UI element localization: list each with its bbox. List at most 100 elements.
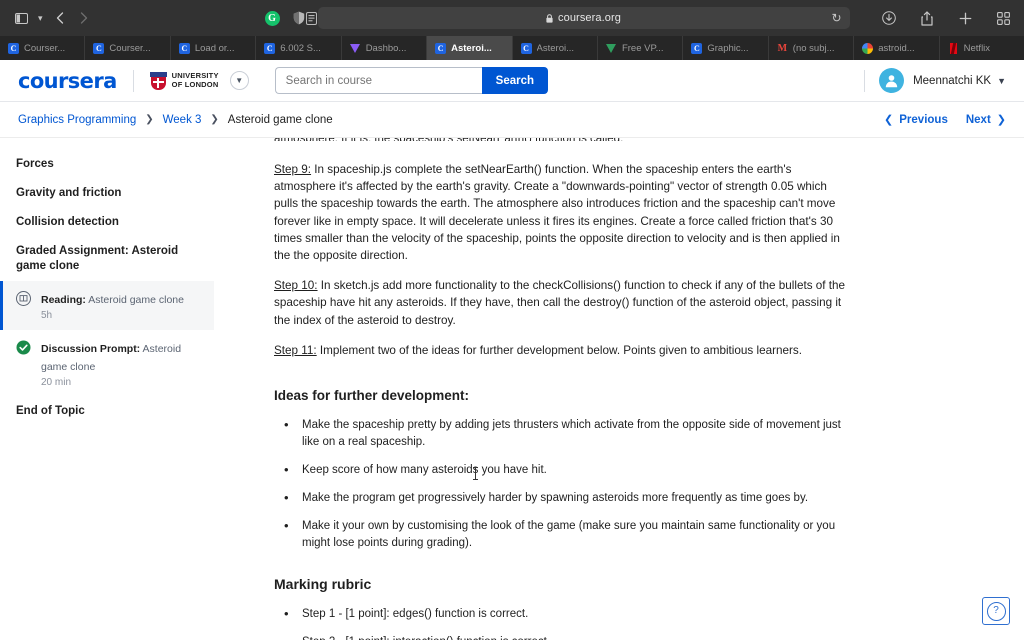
chevron-right-icon: ❯ bbox=[996, 114, 1006, 126]
sidebar-item-reading[interactable]: Reading: Asteroid game clone 5h bbox=[0, 281, 214, 330]
browser-tab[interactable]: M (no subj... bbox=[769, 36, 855, 60]
chevron-right-icon: ❯ bbox=[145, 114, 154, 125]
browser-tab-label: Courser... bbox=[109, 42, 151, 54]
rubric-list: Step 1 - [1 point]: edges() function is … bbox=[274, 605, 854, 640]
sidebar-end-of-topic[interactable]: End of Topic bbox=[0, 397, 214, 426]
next-button[interactable]: Next ❯ bbox=[965, 113, 1006, 127]
chevron-down-icon[interactable]: ▼ bbox=[997, 76, 1006, 86]
sidebar-toggle-chevron-icon[interactable]: ▾ bbox=[34, 13, 47, 23]
next-label: Next bbox=[965, 113, 991, 126]
browser-chrome: ▾ G coursera.org ↻ C Courser... C Course… bbox=[0, 0, 1024, 60]
page-body: Forces Gravity and friction Collision de… bbox=[0, 138, 1024, 640]
browser-tab[interactable]: astroid... bbox=[854, 36, 940, 60]
check-circle-icon bbox=[16, 340, 31, 355]
browser-tab-label: Graphic... bbox=[707, 42, 749, 54]
toolbar-right-group bbox=[874, 7, 1014, 29]
browser-toolbar: ▾ G coursera.org ↻ bbox=[0, 0, 1024, 36]
search-input[interactable] bbox=[274, 67, 482, 94]
url-text-group: coursera.org bbox=[546, 12, 621, 24]
coursera-logo[interactable]: coursera bbox=[18, 69, 117, 93]
reload-icon[interactable]: ↻ bbox=[831, 12, 841, 24]
browser-tab[interactable]: C Load or... bbox=[171, 36, 257, 60]
browser-tab[interactable]: Free VP... bbox=[598, 36, 684, 60]
browser-tab[interactable]: Netflix bbox=[940, 36, 1024, 60]
site-header: coursera UNIVERSITY OF LONDON ▼ Search M… bbox=[0, 60, 1024, 102]
coursera-icon: C bbox=[8, 42, 19, 54]
browser-tab[interactable]: C Asteroi... bbox=[513, 36, 598, 60]
sidebar-heading-collision-detection[interactable]: Collision detection bbox=[0, 208, 214, 237]
ideas-heading: Ideas for further development: bbox=[274, 388, 470, 404]
sidebar-item-reading-title: Asteroid game clone bbox=[88, 294, 184, 306]
browser-tab[interactable]: C Asteroi... bbox=[427, 36, 513, 60]
toolbar-center-group: G coursera.org ↻ bbox=[240, 7, 874, 29]
sidebar-item-discussion-duration: 20 min bbox=[41, 377, 72, 388]
header-user-area: Meennatchi KK ▼ bbox=[864, 68, 1006, 93]
browser-tab[interactable]: Dashbo... bbox=[342, 36, 428, 60]
browser-tab-label: Asteroi... bbox=[536, 42, 575, 54]
browser-tab[interactable]: C 6.002 S... bbox=[256, 36, 342, 60]
address-bar[interactable]: coursera.org ↻ bbox=[317, 7, 850, 29]
sidebar-item-reading-text: Reading: Asteroid game clone bbox=[41, 294, 184, 306]
step-11-paragraph: Step 11: Implement two of the ideas for … bbox=[274, 342, 854, 359]
user-name[interactable]: Meennatchi KK bbox=[913, 75, 991, 87]
header-divider bbox=[132, 69, 134, 92]
vpn-icon bbox=[606, 43, 617, 53]
step-9-text: In spaceship.js complete the setNearEart… bbox=[274, 163, 840, 263]
downloads-icon[interactable] bbox=[878, 7, 900, 29]
partner-logo: UNIVERSITY OF LONDON bbox=[149, 71, 219, 90]
breadcrumb-item-1[interactable]: Week 3 bbox=[163, 114, 202, 126]
tab-strip: C Courser... C Courser... C Load or... C 6.002 … bbox=[0, 36, 1024, 60]
sidebar-heading-graded-assignment[interactable]: Graded Assignment: Asteroid game clone bbox=[0, 237, 214, 281]
browser-tab-label: Dashbo... bbox=[365, 42, 407, 54]
sidebar-item-reading-duration: 5h bbox=[41, 310, 53, 321]
sidebar-toggle-icon[interactable] bbox=[10, 7, 32, 29]
step-10-label: Step 10: bbox=[274, 279, 318, 293]
reader-view-icon[interactable] bbox=[300, 7, 322, 29]
coursera-icon: C bbox=[93, 42, 105, 54]
reading-icon bbox=[16, 291, 31, 306]
chevron-down-icon[interactable]: ▼ bbox=[229, 71, 249, 90]
coursera-icon: C bbox=[264, 42, 276, 54]
sidebar-item-discussion-prompt[interactable]: Discussion Prompt: Asteroid game clone 2… bbox=[0, 330, 214, 397]
step-9-label: Step 9: bbox=[274, 163, 312, 176]
browser-tab[interactable]: C Graphic... bbox=[683, 36, 769, 60]
avatar[interactable] bbox=[879, 68, 905, 93]
toolbar-left-group: ▾ bbox=[10, 7, 240, 29]
chevron-right-icon: ❯ bbox=[210, 114, 219, 125]
search-button[interactable]: Search bbox=[481, 67, 549, 94]
sidebar-item-discussion-text: Discussion Prompt: Asteroid game clone bbox=[41, 343, 181, 373]
help-button[interactable]: ? bbox=[982, 597, 1010, 625]
netflix-icon bbox=[949, 42, 957, 54]
breadcrumb-bar: Graphics Programming ❯ Week 3 ❯ Asteroid… bbox=[0, 102, 1024, 138]
breadcrumb-item-0[interactable]: Graphics Programming bbox=[18, 114, 136, 126]
sidebar-heading-forces[interactable]: Forces bbox=[0, 150, 214, 179]
rubric-list-item: Step 2 - [1 point]: interaction() functi… bbox=[274, 633, 854, 640]
browser-tab[interactable]: C Courser... bbox=[85, 36, 171, 60]
rubric-list-item: Step 1 - [1 point]: edges() function is … bbox=[274, 605, 854, 623]
previous-button[interactable]: ❮ Previous bbox=[884, 113, 948, 127]
help-question-icon: ? bbox=[986, 601, 1006, 621]
new-tab-icon[interactable] bbox=[954, 7, 976, 29]
avatar-icon bbox=[885, 75, 898, 88]
coursera-icon: C bbox=[520, 42, 532, 54]
tab-overview-icon[interactable] bbox=[992, 7, 1014, 29]
grammarly-icon[interactable]: G bbox=[264, 10, 280, 26]
browser-tab-label: Netflix bbox=[963, 42, 991, 54]
text-cursor bbox=[473, 467, 478, 480]
sidebar-item-discussion-body: Discussion Prompt: Asteroid game clone 2… bbox=[41, 339, 200, 388]
sidebar-item-reading-type: Reading: bbox=[41, 294, 86, 306]
step-10-text: In sketch.js add more functionality to t… bbox=[274, 279, 846, 327]
main-content: atmosphere. If it is, the spaceship's se… bbox=[214, 138, 1024, 640]
sidebar-item-reading-body: Reading: Asteroid game clone 5h bbox=[41, 290, 184, 321]
share-icon[interactable] bbox=[916, 7, 938, 29]
partner-name: UNIVERSITY OF LONDON bbox=[171, 71, 219, 89]
sidebar-heading-gravity-and-friction[interactable]: Gravity and friction bbox=[0, 179, 214, 208]
lock-icon bbox=[546, 13, 553, 23]
browser-tab-label: Load or... bbox=[194, 42, 235, 54]
browser-tab-label: Courser... bbox=[24, 42, 66, 54]
idea-list-item: Keep score of how many asteroids you hav… bbox=[274, 461, 854, 479]
back-arrow-icon[interactable] bbox=[49, 7, 71, 29]
breadcrumb-item-2: Asteroid game clone bbox=[227, 113, 333, 126]
browser-tab[interactable]: C Courser... bbox=[0, 36, 86, 60]
pager: ❮ Previous Next ❯ bbox=[884, 113, 1006, 127]
